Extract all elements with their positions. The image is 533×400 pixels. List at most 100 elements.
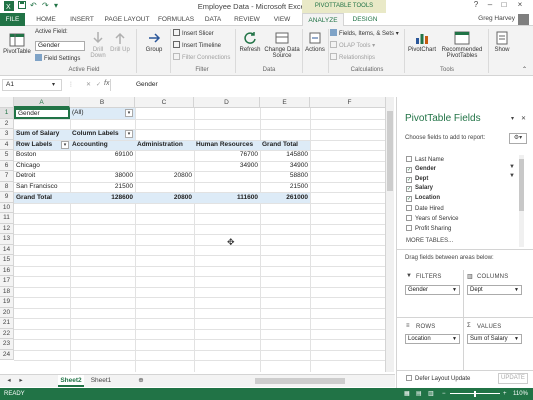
minimize-icon[interactable]: – bbox=[484, 0, 496, 11]
column-labels-filter-icon[interactable]: ▾ bbox=[125, 130, 133, 138]
name-box-dropdown-icon[interactable]: ▾ bbox=[52, 81, 55, 88]
tab-data[interactable]: DATA bbox=[199, 13, 227, 26]
tab-review[interactable]: REVIEW bbox=[229, 13, 265, 26]
sheet-tab-sheet2[interactable]: Sheet2 bbox=[58, 375, 84, 387]
avatar[interactable] bbox=[518, 14, 529, 25]
row-header[interactable]: 18 bbox=[0, 286, 14, 297]
relationships-button[interactable]: Relationships bbox=[330, 53, 375, 61]
row-header[interactable]: 1 bbox=[0, 108, 14, 119]
value-cell[interactable]: 20800 bbox=[135, 171, 194, 182]
group-button[interactable]: Group bbox=[140, 30, 168, 53]
field-checkbox-years-of-service[interactable]: Years of Service bbox=[406, 214, 458, 222]
tab-formulas[interactable]: FORMULAS bbox=[155, 13, 197, 26]
layout-options-icon[interactable]: ⚙▾ bbox=[509, 133, 527, 144]
row-header[interactable]: 14 bbox=[0, 244, 14, 255]
row-header[interactable]: 17 bbox=[0, 276, 14, 287]
row-header[interactable]: 4 bbox=[0, 139, 14, 150]
value-cell[interactable] bbox=[194, 182, 260, 193]
value-cell[interactable] bbox=[135, 182, 194, 193]
col-header-cell[interactable]: Grand Total bbox=[260, 139, 310, 150]
fx-icon[interactable]: fx bbox=[104, 80, 109, 87]
value-cell[interactable]: 21500 bbox=[70, 182, 135, 193]
row-header[interactable]: 12 bbox=[0, 223, 14, 234]
active-field-input[interactable]: Gender bbox=[35, 41, 85, 51]
page-layout-view-icon[interactable]: ▤ bbox=[416, 388, 422, 400]
enter-icon[interactable]: ✓ bbox=[96, 81, 101, 88]
formula-input[interactable]: Gender bbox=[110, 79, 395, 91]
row-header[interactable]: 3 bbox=[0, 129, 14, 140]
fields-items-sets-button[interactable]: Fields, Items, & Sets ▾ bbox=[330, 29, 399, 37]
chevron-down-icon[interactable]: ▼ bbox=[452, 286, 457, 294]
row-header[interactable]: 22 bbox=[0, 328, 14, 339]
zoom-in-icon[interactable]: + bbox=[503, 388, 507, 400]
fields-scroll-thumb[interactable] bbox=[519, 159, 524, 211]
more-tables-link[interactable]: MORE TABLES... bbox=[406, 238, 453, 244]
page-break-view-icon[interactable]: ▥ bbox=[428, 388, 434, 400]
update-button[interactable]: UPDATE bbox=[498, 373, 528, 384]
worksheet-grid[interactable]: A B C D E F Gender (All) ▾ Sum of Salary… bbox=[0, 97, 390, 372]
tab-design[interactable]: DESIGN bbox=[346, 13, 384, 26]
pane-options-icon[interactable]: ▾ bbox=[511, 115, 514, 122]
column-header-a[interactable]: A bbox=[14, 97, 70, 108]
grand-total-label[interactable]: Grand Total bbox=[14, 192, 70, 203]
row-label-cell[interactable]: Detroit bbox=[14, 171, 70, 182]
cell-a3[interactable]: Sum of Salary bbox=[14, 129, 70, 140]
row-header[interactable]: 2 bbox=[0, 118, 14, 129]
tab-home[interactable]: HOME bbox=[30, 13, 62, 26]
column-header-f[interactable]: F bbox=[310, 97, 390, 108]
col-header-cell[interactable]: Administration bbox=[135, 139, 194, 150]
scroll-tabs-left-icon[interactable]: ◂ bbox=[4, 375, 14, 387]
row-header[interactable]: 6 bbox=[0, 160, 14, 171]
recommended-pivottables-button[interactable]: Recommended PivotTables bbox=[438, 30, 486, 59]
row-header[interactable]: 20 bbox=[0, 307, 14, 318]
chevron-down-icon[interactable]: ▼ bbox=[514, 286, 519, 294]
help-icon[interactable]: ? bbox=[470, 0, 482, 11]
column-header-d[interactable]: D bbox=[194, 97, 260, 108]
row-labels-filter-icon[interactable]: ▾ bbox=[61, 140, 69, 149]
normal-view-icon[interactable]: ▦ bbox=[404, 388, 410, 400]
row-header[interactable]: 15 bbox=[0, 255, 14, 266]
insert-timeline-button[interactable]: Insert Timeline bbox=[173, 41, 221, 49]
field-checkbox-gender[interactable]: ✓ Gender bbox=[406, 166, 436, 173]
close-icon[interactable]: × bbox=[514, 0, 526, 11]
value-cell[interactable]: 34900 bbox=[194, 161, 260, 172]
field-checkbox-salary[interactable]: ✓ Salary bbox=[406, 185, 433, 193]
column-header-b[interactable]: B bbox=[70, 97, 135, 108]
value-cell[interactable]: 69100 bbox=[70, 150, 135, 161]
row-header[interactable]: 5 bbox=[0, 150, 14, 161]
horizontal-scrollbar[interactable] bbox=[255, 378, 345, 384]
columns-field-dept[interactable]: Dept ▼ bbox=[467, 285, 522, 295]
pane-close-icon[interactable]: ✕ bbox=[521, 115, 526, 122]
collapse-ribbon-icon[interactable]: ⌃ bbox=[522, 66, 527, 73]
tab-file[interactable]: FILE bbox=[0, 13, 25, 26]
zoom-out-icon[interactable]: − bbox=[442, 388, 446, 400]
tab-analyze[interactable]: ANALYZE bbox=[302, 13, 344, 26]
row-header[interactable]: 16 bbox=[0, 265, 14, 276]
insert-slicer-button[interactable]: Insert Slicer bbox=[173, 29, 214, 37]
values-field-sum-of-salary[interactable]: Sum of Salary ▼ bbox=[467, 334, 522, 344]
cell-a1[interactable]: Gender bbox=[14, 108, 70, 119]
value-cell[interactable]: 145800 bbox=[260, 150, 310, 161]
field-checkbox-date-hired[interactable]: Date Hired bbox=[406, 205, 444, 212]
pivotchart-button[interactable]: PivotChart bbox=[406, 30, 438, 53]
tab-page-layout[interactable]: PAGE LAYOUT bbox=[101, 13, 153, 26]
chevron-down-icon[interactable]: ▼ bbox=[452, 335, 457, 343]
drill-down-button[interactable]: Drill Down bbox=[88, 30, 108, 59]
column-header-e[interactable]: E bbox=[260, 97, 310, 108]
row-label-cell[interactable]: Chicago bbox=[14, 161, 70, 172]
grand-total-cell[interactable]: 20800 bbox=[135, 192, 194, 203]
row-header[interactable]: 9 bbox=[0, 192, 14, 203]
value-cell[interactable] bbox=[135, 161, 194, 172]
chevron-down-icon[interactable]: ▼ bbox=[514, 335, 519, 343]
value-cell[interactable] bbox=[70, 161, 135, 172]
value-cell[interactable]: 58800 bbox=[260, 171, 310, 182]
cancel-icon[interactable]: ✕ bbox=[86, 81, 91, 88]
tab-insert[interactable]: INSERT bbox=[64, 13, 100, 26]
row-header[interactable]: 19 bbox=[0, 297, 14, 308]
user-name[interactable]: Greg Harvey bbox=[478, 15, 515, 22]
scroll-thumb[interactable] bbox=[387, 111, 393, 191]
tab-view[interactable]: VIEW bbox=[267, 13, 297, 26]
field-checkbox-dept[interactable]: ✓ Dept bbox=[406, 176, 428, 183]
col-header-cell[interactable]: Human Resources bbox=[194, 139, 260, 150]
col-header-cell[interactable]: Accounting bbox=[70, 139, 135, 150]
